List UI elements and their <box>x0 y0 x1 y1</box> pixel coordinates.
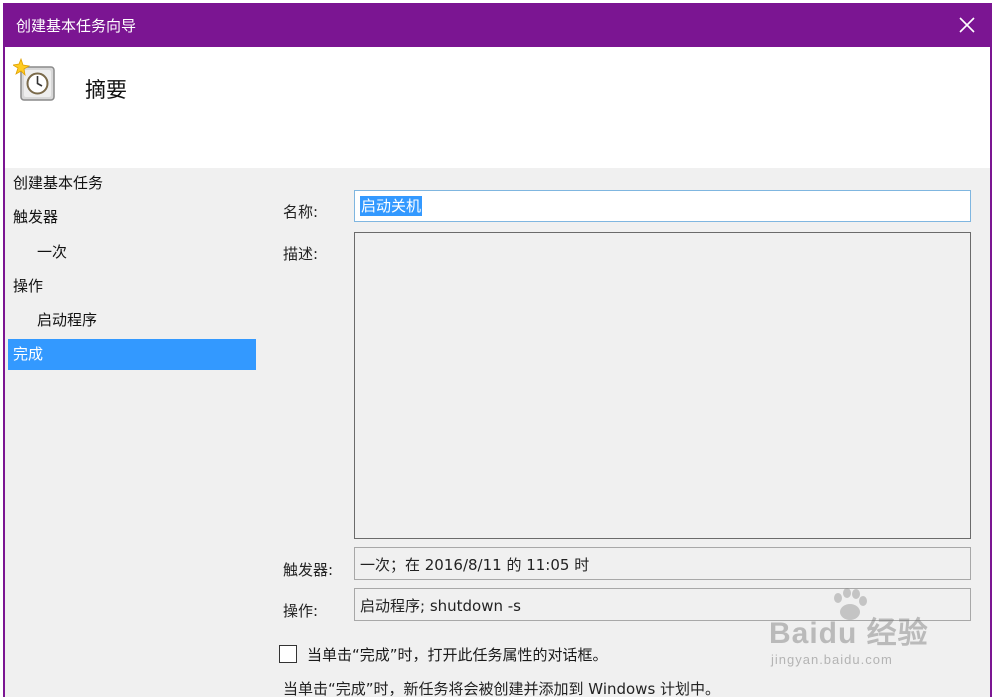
watermark-url: jingyan.baidu.com <box>771 652 893 667</box>
page-title: 摘要 <box>85 78 127 102</box>
wizard-window: 创建基本任务向导 摘要 创建基本任务 触发器 一次 操作 启动程序 完成 名称:… <box>3 3 992 697</box>
clock-icon <box>13 57 55 101</box>
nav-step-start-program[interactable]: 启动程序 <box>8 305 256 336</box>
name-input[interactable]: 启动关机 <box>354 190 971 222</box>
trigger-label: 触发器: <box>283 561 334 579</box>
nav-step-trigger[interactable]: 触发器 <box>8 202 256 233</box>
trigger-summary-field: 一次；在 2016/8/11 的 11:05 时 <box>354 547 971 580</box>
close-icon <box>959 17 975 33</box>
nav-step-create-task[interactable]: 创建基本任务 <box>8 168 256 199</box>
name-input-value: 启动关机 <box>360 196 423 216</box>
wizard-steps-nav: 创建基本任务 触发器 一次 操作 启动程序 完成 <box>5 168 265 697</box>
name-label: 名称: <box>283 203 319 221</box>
nav-step-finish[interactable]: 完成 <box>8 339 256 370</box>
title-bar[interactable]: 创建基本任务向导 <box>5 3 990 47</box>
close-button[interactable] <box>944 3 990 47</box>
description-textarea[interactable] <box>354 232 971 539</box>
action-label: 操作: <box>283 602 319 620</box>
open-properties-checkbox[interactable] <box>279 645 297 663</box>
nav-step-once[interactable]: 一次 <box>8 237 256 268</box>
wizard-header: 摘要 <box>5 47 990 168</box>
baidu-watermark: Baidu 经验 jingyan.baidu.com <box>769 588 969 678</box>
watermark-logo: Baidu 经验 <box>769 617 929 650</box>
open-properties-option[interactable]: 当单击“完成”时，打开此任务属性的对话框。 <box>279 643 608 665</box>
description-label: 描述: <box>283 245 319 263</box>
window-title: 创建基本任务向导 <box>16 17 137 35</box>
finish-info-text: 当单击“完成”时，新任务将会被创建并添加到 Windows 计划中。 <box>283 680 721 697</box>
nav-step-action[interactable]: 操作 <box>8 271 256 302</box>
open-properties-label[interactable]: 当单击“完成”时，打开此任务属性的对话框。 <box>307 644 608 665</box>
